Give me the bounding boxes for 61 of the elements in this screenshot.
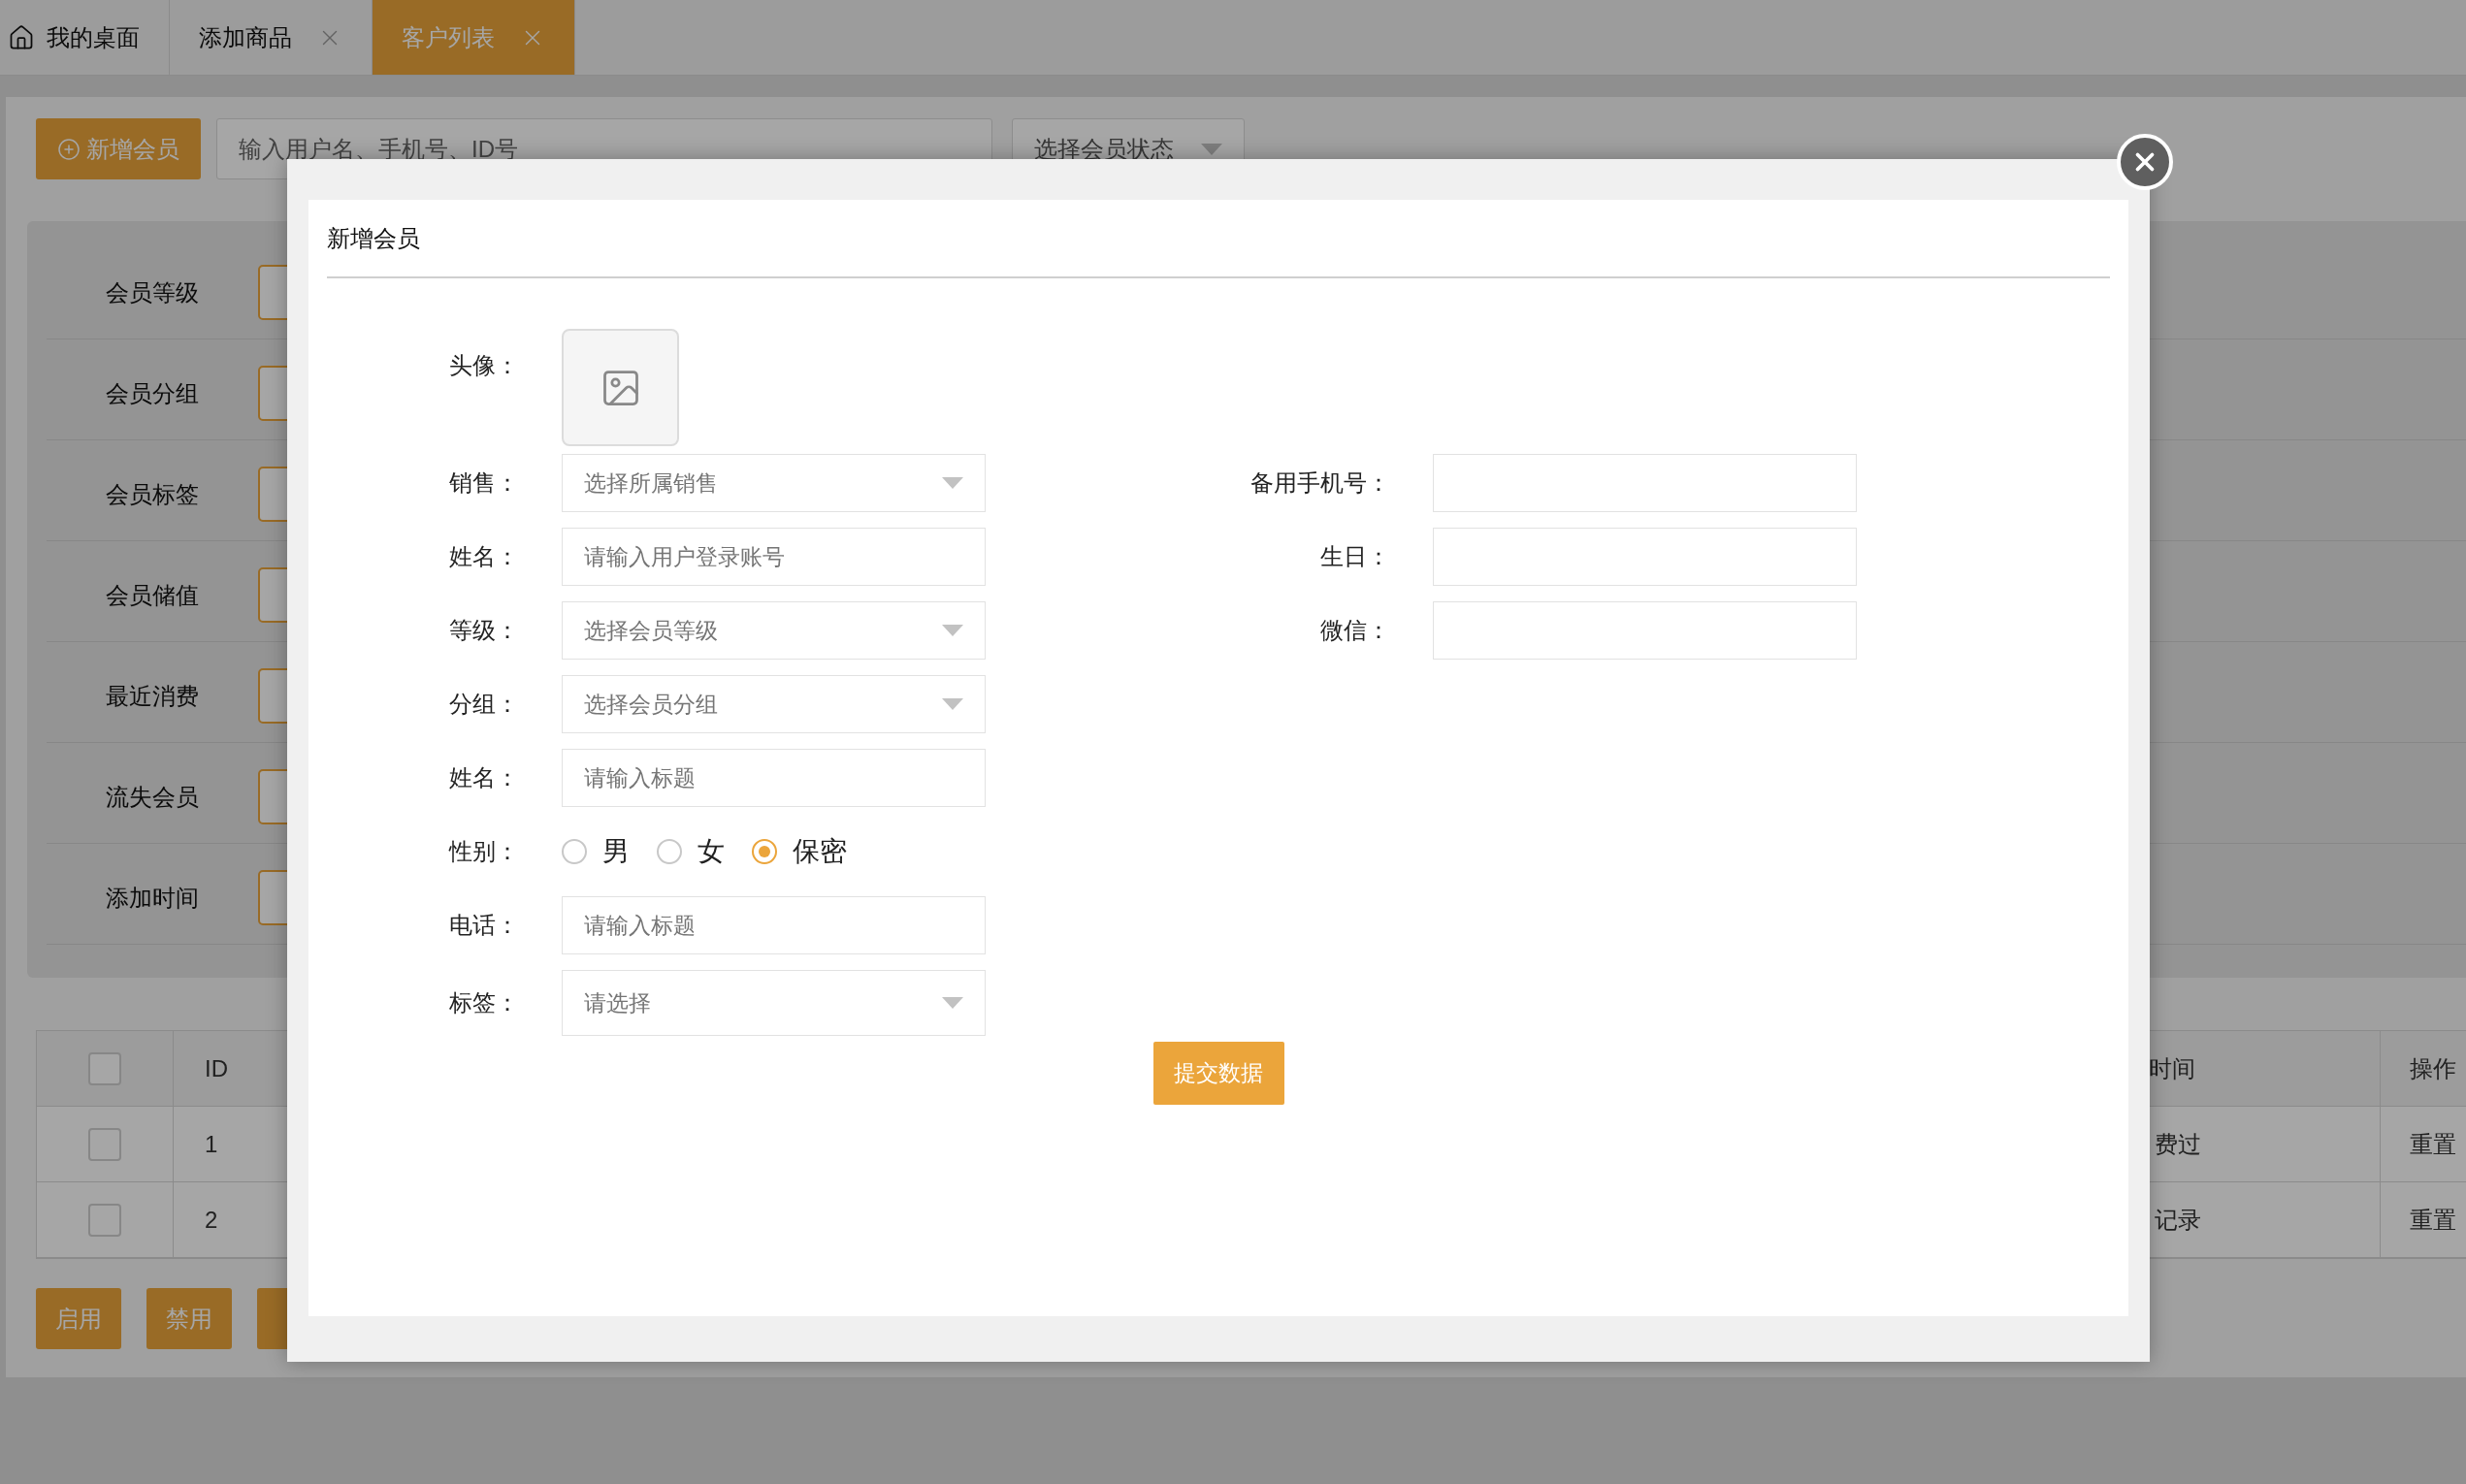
column-header: 时间 (2149, 1053, 2195, 1083)
input-field[interactable]: 请输入标题 (562, 896, 986, 954)
avatar-upload[interactable] (562, 329, 679, 446)
tab[interactable]: 我的桌面 (0, 0, 170, 75)
filter-label: 会员等级 (105, 277, 200, 307)
field-label: 头像： (448, 351, 519, 380)
select-field[interactable]: 选择所属销售 (562, 454, 986, 512)
field-label: 分组： (448, 690, 519, 719)
filter-label: 会员标签 (105, 479, 200, 509)
field-label: 销售： (448, 468, 519, 498)
filter-label: 流失会员 (105, 782, 200, 812)
radio-button[interactable] (562, 839, 587, 864)
radio-button[interactable] (657, 839, 682, 864)
dialog-title: 新增会员 (327, 223, 420, 253)
checkbox[interactable] (88, 1051, 121, 1085)
plus-icon (57, 137, 81, 161)
select-placeholder: 请选择 (584, 988, 651, 1017)
home-icon (8, 23, 35, 51)
input-field[interactable]: 请输入标题 (562, 749, 986, 807)
field-label: 备用手机号： (1249, 468, 1390, 498)
dropdown-caret-icon (942, 698, 963, 710)
filter-label: 会员储值 (105, 580, 200, 610)
column-header: ID (205, 1053, 228, 1083)
select-placeholder: 选择会员分组 (584, 690, 718, 719)
checkbox[interactable] (88, 1203, 121, 1237)
field-label: 姓名： (448, 763, 519, 792)
table-cell-text: 费过 (2155, 1129, 2201, 1159)
table-cell-text: 重置 (2410, 1129, 2456, 1159)
dropdown-caret-icon (942, 477, 963, 489)
input-field[interactable]: 请输入用户登录账号 (562, 528, 986, 586)
select-placeholder: 选择会员等级 (584, 616, 718, 645)
table-cell-text: 重置 (2410, 1205, 2456, 1235)
field-label: 等级： (448, 616, 519, 645)
select-field[interactable]: 选择会员分组 (562, 675, 986, 733)
filter-label: 添加时间 (105, 883, 200, 913)
field-label: 姓名： (448, 542, 519, 571)
table-cell-text: 记录 (2155, 1205, 2201, 1235)
checkbox[interactable] (88, 1127, 121, 1161)
field-label: 标签： (448, 988, 519, 1017)
select-field[interactable]: 请选择 (562, 970, 986, 1036)
table-cell-text: 2 (205, 1205, 218, 1235)
table-cell-text: 1 (205, 1129, 218, 1159)
select-placeholder: 选择所属销售 (584, 468, 718, 498)
radio-label: 女 (698, 835, 725, 868)
dropdown-caret-icon (942, 625, 963, 636)
filter-label: 会员分组 (105, 378, 200, 408)
column-header: 操作 (2410, 1053, 2456, 1083)
field-label: 性别： (447, 837, 519, 866)
radio-button[interactable] (752, 839, 777, 864)
field-label: 电话： (448, 911, 519, 940)
select-field[interactable]: 选择会员等级 (562, 601, 986, 660)
input-field[interactable] (1433, 601, 1857, 660)
radio-label: 男 (602, 835, 630, 868)
field-label: 生日： (1319, 542, 1390, 571)
dropdown-caret-icon (942, 997, 963, 1009)
input-field[interactable] (1433, 454, 1857, 512)
filter-label: 最近消费 (105, 681, 200, 711)
dropdown-caret-icon (1201, 143, 1222, 155)
radio-label: 保密 (793, 835, 847, 868)
input-field[interactable] (1433, 528, 1857, 586)
field-label: 微信： (1319, 616, 1390, 645)
